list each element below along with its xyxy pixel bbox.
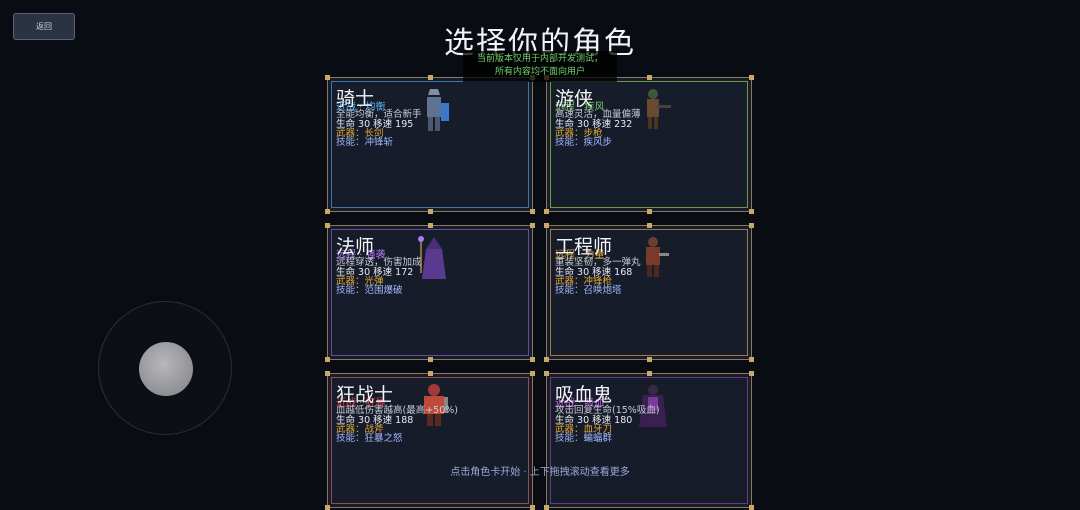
card-name: 吸血鬼 [555,384,613,406]
card-skill: 技能：召唤炮塔 [555,285,622,296]
card-skill: 技能：疾风步 [555,137,613,148]
joystick-knob[interactable] [139,342,193,396]
character-card-engineer[interactable]: 远程 · 力量 工程师 重装坚韧，多一弹丸 生命 30 移速 168 武器：冲锋… [544,223,754,362]
character-card-mage[interactable]: 远程 · 强袭 法师 远程穿透，伤害加成 生命 30 移速 172 武器：光弹 … [325,223,535,362]
character-card-ranger[interactable]: 远程 · 疾风 游侠 高速灵活，血量偏薄 生命 30 移速 232 武器：步枪 … [544,75,754,214]
card-name: 狂战士 [336,384,394,406]
card-name: 骑士 [336,88,375,110]
card-name: 法师 [336,236,375,258]
card-name: 工程师 [555,236,613,258]
dev-notice-line-1: 当前版本仅用于内部开发测试， [476,54,603,64]
card-skill: 技能：蝙蝠群 [555,433,613,444]
character-card-vampire[interactable]: 近战 · 吸血 吸血鬼 攻击回复生命(15%吸血) 生命 30 移速 180 武… [544,371,754,510]
card-skill: 技能：狂暴之怒 [336,433,403,444]
scroll-hint: 点击角色卡开始 · 上下拖拽滚动查看更多 [450,467,630,478]
dev-notice-line-2: 所有内容均不面向用户 [494,67,585,77]
character-card-knight[interactable]: 近战 · 均衡 骑士 全能均衡，适合新手 生命 30 移速 195 武器：长剑 … [325,75,535,214]
character-card-berserker[interactable]: 近战 · 狂暴 狂战士 血越低伤害越高(最高+50%) 生命 30 移速 188… [325,371,535,510]
dev-notice: 当前版本仅用于内部开发测试， 所有内容均不面向用户 [463,51,617,82]
card-skill: 技能：冲锋斩 [336,137,394,148]
card-name: 游侠 [555,88,594,110]
card-skill: 技能：范围爆破 [336,285,403,296]
